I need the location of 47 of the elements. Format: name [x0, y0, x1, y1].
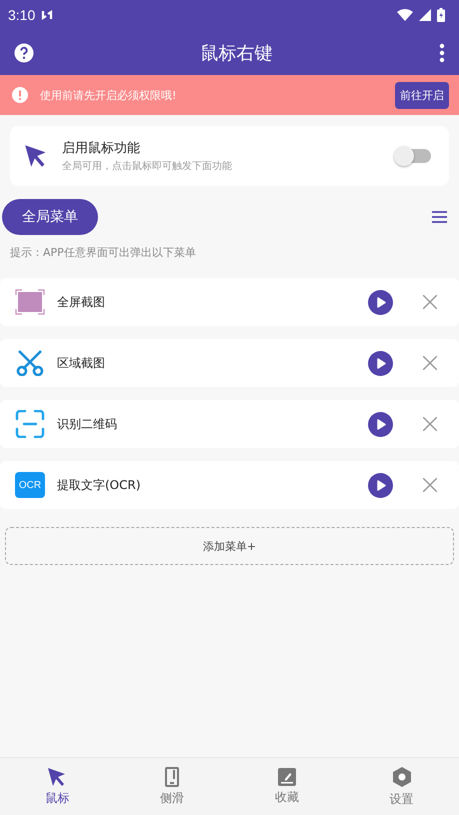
nav-tab[interactable]: 设置: [344, 758, 459, 815]
settings-icon: [392, 766, 412, 788]
alert-icon: [12, 87, 28, 103]
play-icon[interactable]: [368, 472, 393, 498]
menu-item-label: 全屏截图: [57, 294, 106, 310]
more-icon[interactable]: [439, 42, 445, 62]
toggle-switch[interactable]: [397, 149, 431, 163]
sync-icon: [41, 8, 54, 22]
edit-icon: [278, 768, 296, 786]
enable-title: 启用鼠标功能: [62, 140, 141, 157]
nav-tab[interactable]: 收藏: [230, 758, 344, 815]
menu-item[interactable]: OCR 提取文字(OCR): [0, 461, 459, 509]
scissors-icon: [15, 350, 45, 376]
play-icon[interactable]: [368, 290, 393, 314]
menu-item[interactable]: 识别二维码: [0, 400, 459, 448]
signal-icon: [419, 9, 431, 21]
scan-icon: [15, 410, 45, 438]
play-icon[interactable]: [368, 350, 393, 376]
close-icon[interactable]: [423, 295, 437, 309]
enable-permission-button[interactable]: 前往开启: [395, 82, 449, 108]
enable-subtitle: 全局可用，点击鼠标即可触发下面功能: [62, 160, 233, 173]
status-time: 3:10: [8, 7, 36, 23]
close-icon[interactable]: [423, 478, 437, 492]
menu-item-label: 区域截图: [57, 354, 106, 372]
battery-icon: [437, 8, 445, 22]
help-icon[interactable]: [14, 42, 34, 62]
warning-message: 使用前请先开启必须权限哦!: [40, 88, 178, 102]
cursor-icon: [47, 766, 68, 786]
menu-item-label: 识别二维码: [57, 416, 118, 432]
hint-text: 提示：APP任意界面可出弹出以下菜单: [10, 245, 197, 260]
ocr-icon: OCR: [15, 472, 45, 498]
phone-icon: [165, 766, 180, 786]
add-menu-button[interactable]: 添加菜单+: [5, 527, 454, 565]
screenshot-icon: [15, 289, 45, 315]
close-icon[interactable]: [423, 356, 437, 370]
wifi-icon: [397, 9, 413, 21]
menu-icon[interactable]: [432, 211, 447, 223]
menu-item-label: 提取文字(OCR): [57, 476, 142, 494]
nav-tab[interactable]: 侧滑: [114, 758, 230, 815]
nav-tab[interactable]: 鼠标: [0, 758, 115, 815]
cursor-icon: [24, 144, 48, 168]
global-menu-tab[interactable]: 全局菜单: [2, 199, 98, 235]
app-title: 鼠标右键: [200, 42, 274, 64]
menu-item[interactable]: 全屏截图: [0, 278, 459, 326]
close-icon[interactable]: [423, 417, 437, 431]
play-icon[interactable]: [368, 412, 393, 436]
menu-item[interactable]: 区域截图: [0, 339, 459, 387]
